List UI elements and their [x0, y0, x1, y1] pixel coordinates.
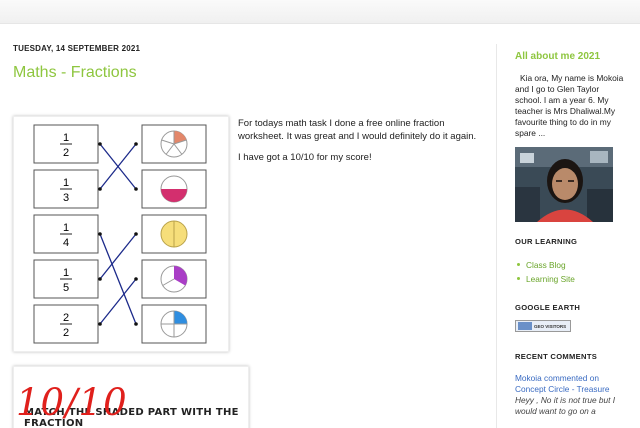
post-title[interactable]: Maths - Fractions [13, 64, 137, 82]
line-endpoints [98, 142, 138, 326]
link-learning-site[interactable]: Learning Site [515, 272, 625, 286]
matching-lines [99, 143, 137, 325]
sidebar-divider [496, 44, 497, 428]
post-paragraph-1: For todays math task I done a free onlin… [238, 118, 477, 142]
fraction-box-4: 1 5 [33, 259, 99, 299]
geo-visitors-badge[interactable]: GEO VISITORS [515, 320, 571, 332]
shape-box-5 [141, 304, 207, 344]
shape-box-2 [141, 169, 207, 209]
top-bar [0, 0, 640, 24]
recent-comment-link[interactable]: Mokoia commented on Concept Circle - Tre… [515, 373, 625, 395]
post-body: For todays math task I done a free onlin… [238, 117, 488, 172]
fraction-5-den: 2 [63, 327, 69, 339]
score-image[interactable]: MATCH THE SHADED PART WITH THE FRACTION … [13, 366, 249, 428]
google-earth-heading: GOOGLE EARTH [515, 303, 581, 312]
recent-comments-heading: RECENT COMMENTS [515, 352, 598, 361]
score-handwritten: 10/10 [16, 381, 128, 424]
recent-comment-excerpt: Heyy , No it is not true but I would wan… [515, 395, 616, 416]
worksheet-image[interactable]: 1 2 1 3 1 4 1 5 2 2 [13, 116, 229, 352]
fraction-box-5: 2 2 [33, 304, 99, 344]
shape-box-3 [141, 214, 207, 254]
fraction-5-num: 2 [63, 312, 69, 324]
post-date: TUESDAY, 14 SEPTEMBER 2021 [13, 44, 141, 53]
post-paragraph-2: I have got a 10/10 for my score! [238, 152, 372, 163]
fraction-box-2: 1 3 [33, 169, 99, 209]
geo-visitors-label: GEO VISITORS [534, 323, 567, 329]
shape-box-4 [141, 259, 207, 299]
profile-photo[interactable] [515, 147, 613, 222]
fraction-1-num: 1 [63, 132, 69, 144]
fraction-matching-worksheet: 1 2 1 3 1 4 1 5 2 2 [33, 124, 207, 344]
fraction-4-den: 5 [63, 282, 69, 294]
fraction-1-den: 2 [63, 147, 69, 159]
learning-links: Class Blog Learning Site [515, 258, 625, 286]
sidebar: All about me 2021 Kia ora, My name is Mo… [515, 44, 625, 417]
globe-icon [518, 322, 532, 330]
fraction-3-den: 4 [63, 237, 69, 249]
our-learning-heading: OUR LEARNING [515, 237, 578, 246]
fraction-3-num: 1 [63, 222, 69, 234]
link-class-blog[interactable]: Class Blog [515, 258, 625, 272]
about-me-title: All about me 2021 [515, 51, 601, 62]
about-me-text: Kia ora, My name is Mokoia and I go to G… [515, 73, 624, 138]
fraction-2-den: 3 [63, 192, 69, 204]
fraction-box-3: 1 4 [33, 214, 99, 254]
fraction-box-1: 1 2 [33, 124, 99, 164]
fraction-2-num: 1 [63, 177, 69, 189]
profile-photo-graphic [515, 147, 613, 222]
shape-box-1 [141, 124, 207, 164]
fraction-4-num: 1 [63, 267, 69, 279]
